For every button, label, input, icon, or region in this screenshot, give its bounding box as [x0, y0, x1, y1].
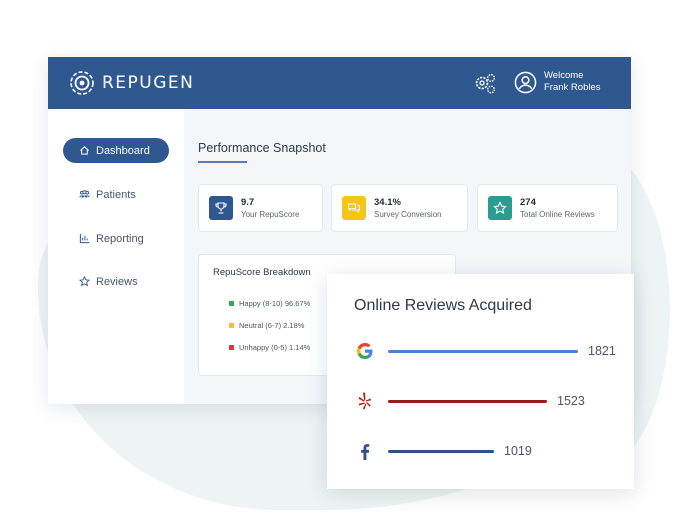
welcome-label: Welcome [544, 70, 584, 81]
sidebar-item-patients[interactable]: Patients [63, 182, 169, 207]
google-icon [356, 342, 373, 360]
legend-swatch [229, 301, 234, 306]
yelp-icon [358, 392, 371, 410]
review-row-google: 1821 [354, 340, 634, 364]
breakdown-item-neutral: Neutral (6-7) 2.18% [229, 321, 304, 330]
sidebar-item-dashboard[interactable]: Dashboard [63, 138, 169, 163]
breakdown-label: Neutral (6-7) 2.18% [239, 321, 305, 330]
review-row-yelp: 1523 [354, 390, 634, 414]
sidebar-item-reviews[interactable]: Reviews [63, 269, 169, 294]
kpi-value: 9.7 [241, 196, 255, 208]
logo[interactable]: REPUGEN [68, 69, 194, 97]
page-title: Performance Snapshot [198, 141, 326, 155]
legend-swatch [229, 323, 234, 328]
legend-swatch [229, 345, 234, 350]
welcome-text: Welcome Frank Robles [544, 70, 601, 94]
logo-text: REPUGEN [102, 73, 195, 93]
repugen-logo-icon [70, 71, 94, 95]
kpi-survey-conversion[interactable]: 34.1% Survey Conversion [331, 184, 468, 232]
breakdown-item-happy: Happy (8-10) 96.67% [229, 299, 310, 308]
kpi-total-reviews[interactable]: 274 Total Online Reviews [477, 184, 618, 232]
sidebar-item-label: Reporting [96, 232, 144, 245]
sidebar-item-reporting[interactable]: Reporting [63, 226, 169, 251]
review-row-facebook: 1019 [354, 440, 634, 464]
user-menu[interactable]: Welcome Frank Robles [514, 70, 601, 94]
trophy-icon [209, 196, 233, 220]
title-underline [198, 161, 247, 163]
sidebar: Dashboard Patients Reporting Reviews [48, 109, 184, 404]
review-bar [388, 400, 547, 403]
kpi-repuscore[interactable]: 9.7 Your RepuScore [198, 184, 323, 232]
online-reviews-card: Online Reviews Acquired 1821 1523 1019 [327, 274, 634, 489]
review-count: 1821 [588, 344, 616, 358]
kpi-label: Your RepuScore [241, 209, 300, 219]
user-name: Frank Robles [544, 82, 601, 93]
review-count: 1019 [504, 444, 532, 458]
review-count: 1523 [557, 394, 585, 408]
top-bar: REPUGEN Welcome Frank Robles [48, 57, 631, 109]
kpi-value: 274 [520, 196, 536, 208]
kpi-label: Total Online Reviews [520, 209, 595, 219]
gears-icon[interactable] [472, 71, 498, 97]
review-bar [388, 350, 578, 353]
user-circle-icon [514, 71, 537, 93]
users-icon [79, 190, 90, 198]
kpi-value: 34.1% [374, 196, 401, 208]
breakdown-label: Happy (8-10) 96.67% [239, 299, 311, 308]
star-icon [79, 276, 90, 287]
chat-icon [342, 196, 366, 220]
breakdown-title: RepuScore Breakdown [213, 267, 311, 278]
star-icon [488, 196, 512, 220]
sidebar-item-label: Patients [96, 188, 136, 201]
facebook-icon [361, 444, 370, 460]
sidebar-item-label: Reviews [96, 275, 138, 288]
breakdown-label: Unhappy (0-5) 1.14% [239, 343, 311, 352]
bar-chart-icon [79, 233, 90, 244]
card-title: Online Reviews Acquired [354, 297, 532, 314]
breakdown-item-unhappy: Unhappy (0-5) 1.14% [229, 343, 310, 352]
home-icon [80, 146, 89, 155]
review-bar [388, 450, 494, 453]
sidebar-item-label: Dashboard [96, 144, 150, 157]
kpi-label: Survey Conversion [374, 209, 442, 219]
